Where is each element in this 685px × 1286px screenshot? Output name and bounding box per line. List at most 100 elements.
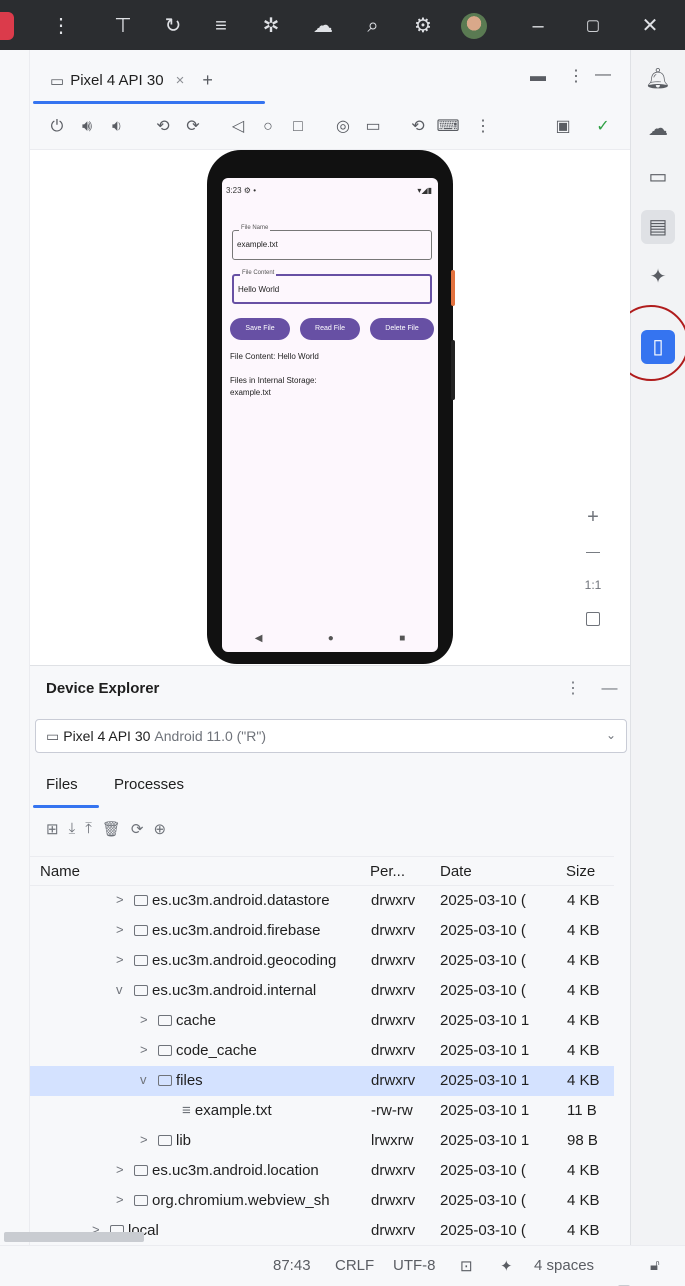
bug-icon[interactable]: ✲ [258,13,284,39]
volume-down-icon[interactable]: 🔉︎ [104,114,130,140]
more-icon[interactable]: ⋮ [568,66,584,86]
toolbar-more-icon[interactable]: ⋮ [470,114,496,140]
table-row[interactable]: ≡ example.txt -rw-rw 2025-03-10 1 11 B [30,1096,614,1126]
col-name[interactable]: Name [40,863,80,880]
lock-icon[interactable]: 🔓︎ [650,1257,660,1274]
horizontal-scrollbar[interactable] [4,1232,144,1242]
col-size[interactable]: Size [566,863,595,880]
filename-field[interactable]: File Name example.txt [232,225,432,260]
locate-icon[interactable]: ⊕ [153,820,166,838]
table-row[interactable]: v es.uc3m.android.internal drwxrv 2025-03-1… [30,976,614,1006]
table-row[interactable]: > es.uc3m.android.location drwxrv 2025-03-1… [30,1156,614,1186]
checkmark-icon[interactable]: ✓ [590,114,616,140]
chevron-right-icon[interactable]: > [116,1192,124,1207]
nav-recents-icon[interactable]: ■ [399,633,405,644]
table-row[interactable]: > es.uc3m.android.firebase drwxrv 2025-03-1… [30,916,614,946]
chevron-right-icon[interactable]: > [116,922,124,937]
cursor-position[interactable]: 87:43 [273,1257,311,1274]
chevron-down-icon: ⌄ [605,728,616,742]
settings-icon[interactable]: ⚙ [410,13,436,39]
zoom-out-button[interactable]: — [581,539,605,563]
chevron-right-icon[interactable]: > [116,1162,124,1177]
table-row[interactable]: > org.chromium.webview_sh drwxrv 2025-03-10… [30,1186,614,1216]
rotate-left-icon[interactable]: ⟲ [150,114,176,140]
sync-icon[interactable]: ⟳ [131,820,144,838]
phone-screen[interactable]: 3:23 ⚙ • ▾◢▮ File Name example.txt File … [222,178,438,652]
power-icon[interactable]: ⏻ [44,114,70,140]
gemini-icon[interactable]: ✦ [641,260,675,294]
rotate-right-icon[interactable]: ⟳ [180,114,206,140]
nav-back-icon[interactable]: ◀ [255,633,263,644]
chevron-down-icon[interactable]: v [116,982,123,997]
record-icon[interactable]: ▭ [360,114,386,140]
project-badge[interactable] [0,12,14,40]
new-folder-icon[interactable]: ⊞ [46,820,59,838]
keyboard-icon[interactable]: ⌨ [435,114,461,140]
minimize-icon[interactable]: – [525,13,551,39]
col-permissions[interactable]: Per... [370,863,405,880]
tab-pixel4[interactable]: ▭ Pixel 4 API 30 × + [50,70,213,91]
zoom-fit-icon[interactable] [586,612,600,626]
translate-icon[interactable]: ↻ [160,13,186,39]
home-icon[interactable]: ○ [255,114,281,140]
table-row[interactable]: > lib lrwxrw 2025-03-10 1 98 B [30,1126,614,1156]
chevron-right-icon[interactable]: > [116,952,124,967]
screenshot-icon[interactable]: ◎ [330,114,356,140]
upload-icon[interactable]: ⤒ [85,820,92,838]
read-file-button[interactable]: Read File [300,318,360,340]
line-ending[interactable]: CRLF [335,1257,374,1274]
snapshot-icon[interactable]: ⟲ [405,114,431,140]
notifications-icon[interactable]: 🔔︎ [641,62,675,96]
filecontent-field[interactable]: File Content Hello World [232,270,432,304]
panel-options-icon[interactable]: ⋮ — [565,678,625,698]
chevron-down-icon[interactable]: v [140,1072,147,1087]
mirror-icon[interactable]: ▣ [550,114,576,140]
overview-icon[interactable]: □ [285,114,311,140]
chevron-right-icon[interactable]: > [140,1012,148,1027]
folder-icon [134,895,148,906]
android-run-icon[interactable]: ⊤ [110,13,136,39]
save-file-button[interactable]: Save File [230,318,290,340]
gemini-status-icon[interactable]: ✦ [500,1257,513,1275]
maximize-icon[interactable]: ▬ [530,68,546,86]
profiler-icon[interactable]: ☁ [310,13,336,39]
device-manager-icon[interactable]: ▭ [641,160,675,194]
delete-file-button[interactable]: Delete File [370,318,434,340]
running-devices-icon[interactable]: ▤ [641,210,675,244]
file-name: es.uc3m.android.geocoding [152,952,337,969]
add-tab-icon[interactable]: + [202,70,213,91]
chevron-right-icon[interactable]: > [140,1042,148,1057]
tab-files[interactable]: Files [46,776,78,793]
device-selector[interactable]: ▭ Pixel 4 API 30 Android 11.0 ("R") ⌄ [35,719,627,753]
table-row[interactable]: > cache drwxrv 2025-03-10 1 4 KB [30,1006,614,1036]
kebab-icon[interactable]: ⋮ [48,13,74,39]
encoding[interactable]: UTF-8 [393,1257,436,1274]
chevron-right-icon[interactable]: > [116,892,124,907]
inspection-icon[interactable]: ⊡ [460,1257,473,1275]
tab-processes[interactable]: Processes [114,776,184,793]
table-row[interactable]: > code_cache drwxrv 2025-03-10 1 4 KB [30,1036,614,1066]
zoom-actual-button[interactable]: 1:1 [581,573,605,597]
chevron-right-icon[interactable]: > [140,1132,148,1147]
zoom-in-button[interactable]: + [581,505,605,529]
volume-up-icon[interactable]: 🔊︎ [74,114,100,140]
nav-home-icon[interactable]: ● [328,633,334,644]
restore-icon[interactable]: ▢ [580,13,606,39]
volume-key[interactable] [451,340,455,400]
table-row[interactable]: v files drwxrv 2025-03-10 1 4 KB [30,1066,614,1096]
delete-icon[interactable]: 🗑︎ [102,820,121,838]
gemini-cloud-icon[interactable]: ☁ [641,112,675,146]
hide-icon[interactable]: — [595,66,611,84]
power-key[interactable] [451,270,455,306]
avatar[interactable] [461,13,487,39]
close-icon[interactable]: ✕ [637,13,663,39]
indent-setting[interactable]: 4 spaces [534,1257,594,1274]
back-icon[interactable]: ◁ [225,114,251,140]
tab-close-icon[interactable]: × [176,72,185,89]
table-row[interactable]: > es.uc3m.android.datastore drwxrv 2025-03-… [30,886,614,916]
search-icon[interactable]: ⌕ [360,13,386,39]
layout-inspector-icon[interactable]: ≡ [208,13,234,39]
table-row[interactable]: > es.uc3m.android.geocoding drwxrv 2025-03-… [30,946,614,976]
download-icon[interactable]: ⤓ [69,820,76,838]
col-date[interactable]: Date [440,863,472,880]
